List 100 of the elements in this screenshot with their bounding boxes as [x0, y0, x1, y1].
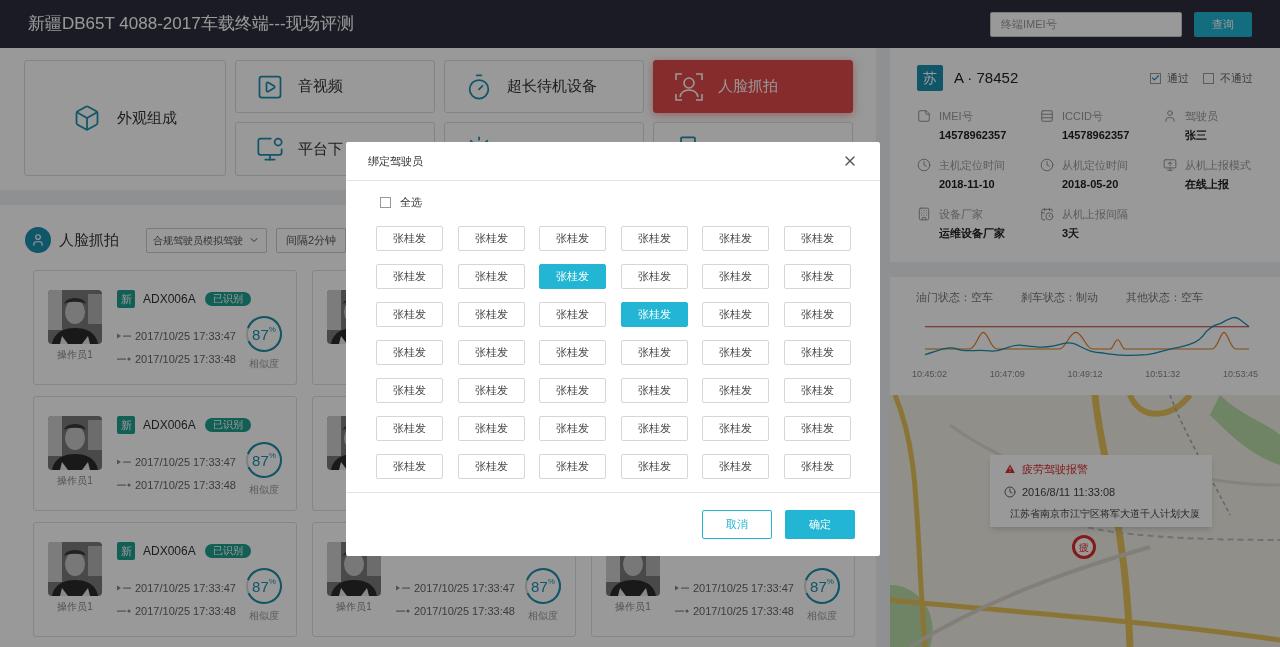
similarity-label: 相似度 [249, 609, 279, 623]
checkbox[interactable] [1203, 72, 1214, 84]
driver-option[interactable]: 张桂发 [783, 377, 851, 403]
driver-option[interactable]: 张桂发 [783, 453, 851, 479]
status-label: 刹车状态：制动 [1021, 290, 1098, 305]
checkbox-label: 不通过 [1220, 70, 1253, 86]
operator-name: 操作员1 [57, 474, 93, 488]
start-time-icon [117, 333, 131, 340]
cube-icon [73, 104, 101, 132]
start-time-icon [396, 585, 410, 592]
user-icon [1163, 109, 1177, 123]
driver-option[interactable]: 张桂发 [376, 415, 443, 441]
operator-name: 操作员1 [57, 348, 93, 362]
axis-label: 10:53:45 [1222, 367, 1258, 381]
module-tile[interactable]: 音视频 [235, 60, 435, 113]
field-value: 运维设备厂家 [939, 225, 1005, 241]
driver-option[interactable]: 张桂发 [539, 377, 607, 403]
field-value: 2018-05-20 [1062, 176, 1120, 192]
capture-time: 2017/10/25 17:33:48 [414, 603, 515, 619]
capture-time: 2017/10/25 17:33:47 [414, 581, 515, 596]
module-tile[interactable]: 外观组成 [24, 60, 226, 176]
axis-label: 10:45:02 [912, 367, 948, 381]
building-icon [917, 207, 931, 221]
module-tile[interactable]: 超长待机设备 [444, 60, 644, 113]
similarity-label: 相似度 [807, 609, 837, 623]
driver-option[interactable]: 张桂发 [539, 453, 607, 479]
driver-option[interactable]: 张桂发 [376, 377, 443, 403]
new-tag: 新 [117, 542, 135, 560]
driver-option[interactable]: 张桂发 [783, 301, 851, 327]
driver-option[interactable]: 张桂发 [539, 301, 607, 327]
similarity-label: 相似度 [528, 609, 558, 623]
driver-option[interactable]: 张桂发 [702, 301, 770, 327]
note-icon [917, 109, 931, 123]
interval-button[interactable]: 间隔2分钟 [276, 227, 347, 253]
driver-option[interactable]: 张桂发 [457, 301, 525, 327]
driver-option[interactable]: 张桂发 [376, 453, 443, 479]
field-value: 在线上报 [1185, 176, 1230, 192]
checkbox[interactable] [380, 196, 391, 208]
driver-option[interactable]: 张桂发 [783, 263, 851, 289]
driver-option[interactable]: 张桂发 [457, 453, 525, 479]
driver-option[interactable]: 张桂发 [376, 225, 443, 251]
similarity-score: 87% [530, 576, 556, 597]
app-title: 新疆DB65T 4088-2017车载终端---现场评测 [28, 13, 354, 36]
driver-option[interactable]: 张桂发 [702, 225, 770, 251]
plate-number: ADX006A [143, 543, 197, 560]
capture-time: 2017/10/25 17:33:48 [693, 603, 794, 619]
alert-address: 江苏省南京市江宁区将军大道千人计划大厦 [1010, 507, 1200, 521]
driver-option[interactable]: 张桂发 [783, 339, 851, 365]
driver-option[interactable]: 张桂发 [620, 225, 688, 251]
capture-time: 2017/10/25 17:33:48 [135, 603, 236, 619]
driver-option[interactable]: 张桂发 [620, 453, 688, 479]
driver-option[interactable]: 张桂发 [457, 263, 525, 289]
driver-option[interactable]: 张桂发 [620, 415, 688, 441]
status-tag: 已识别 [205, 418, 251, 432]
plate-number: ADX006A [143, 417, 197, 434]
driver-option[interactable]: 张桂发 [783, 225, 851, 251]
driver-option[interactable]: 张桂发 [457, 377, 525, 403]
alert-title: 疲劳驾驶报警 [1022, 462, 1088, 477]
checkbox[interactable] [1150, 72, 1161, 84]
driver-option[interactable]: 张桂发 [702, 453, 770, 479]
driver-option[interactable]: 张桂发 [620, 339, 688, 365]
driver-option[interactable]: 张桂发 [539, 339, 607, 365]
driver-option[interactable]: 张桂发 [702, 377, 770, 403]
driver-option[interactable]: 张桂发 [620, 377, 688, 403]
new-tag: 新 [117, 416, 135, 434]
filter-select[interactable]: 合规驾驶员模拟驾驶 [146, 227, 267, 253]
driver-option[interactable]: 张桂发 [376, 301, 443, 327]
province-badge: 苏 [917, 65, 943, 91]
checkbox-label: 通过 [1167, 70, 1189, 86]
alert-time: 2016/8/11 11:33:08 [1022, 484, 1116, 500]
driver-option[interactable]: 张桂发 [702, 339, 770, 365]
field-value: 张三 [1185, 127, 1208, 143]
driver-option[interactable]: 张桂发 [457, 415, 525, 441]
capture-time: 2017/10/25 17:33:48 [135, 477, 236, 493]
end-time-icon [117, 355, 131, 362]
similarity-score: 87% [251, 450, 277, 471]
driver-option[interactable]: 张桂发 [620, 263, 688, 289]
driver-option[interactable]: 张桂发 [539, 225, 607, 251]
driver-option[interactable]: 张桂发 [376, 339, 443, 365]
checkbox-label: 全选 [400, 195, 422, 210]
driver-option[interactable]: 张桂发 [457, 225, 525, 251]
field-value: 3天 [1062, 225, 1081, 241]
similarity-label: 相似度 [249, 483, 279, 497]
driver-option[interactable]: 张桂发 [457, 339, 525, 365]
plate-number: ADX006A [143, 291, 197, 308]
driver-option[interactable]: 张桂发 [702, 263, 770, 289]
axis-label: 10:47:09 [989, 367, 1025, 381]
field-value: 14578962357 [1062, 127, 1130, 143]
list-icon [1040, 109, 1054, 123]
capture-time: 2017/10/25 17:33:47 [693, 581, 794, 596]
new-tag: 新 [117, 290, 135, 308]
capture-time: 2017/10/25 17:33:47 [135, 455, 236, 470]
monitor-icon [1163, 158, 1177, 172]
status-tag: 已识别 [205, 292, 251, 306]
driver-option[interactable]: 张桂发 [539, 415, 607, 441]
calendar-icon [1040, 207, 1054, 221]
driver-option[interactable]: 张桂发 [376, 263, 443, 289]
similarity-score: 87% [251, 576, 277, 597]
driver-option[interactable]: 张桂发 [783, 415, 851, 441]
driver-option[interactable]: 张桂发 [702, 415, 770, 441]
